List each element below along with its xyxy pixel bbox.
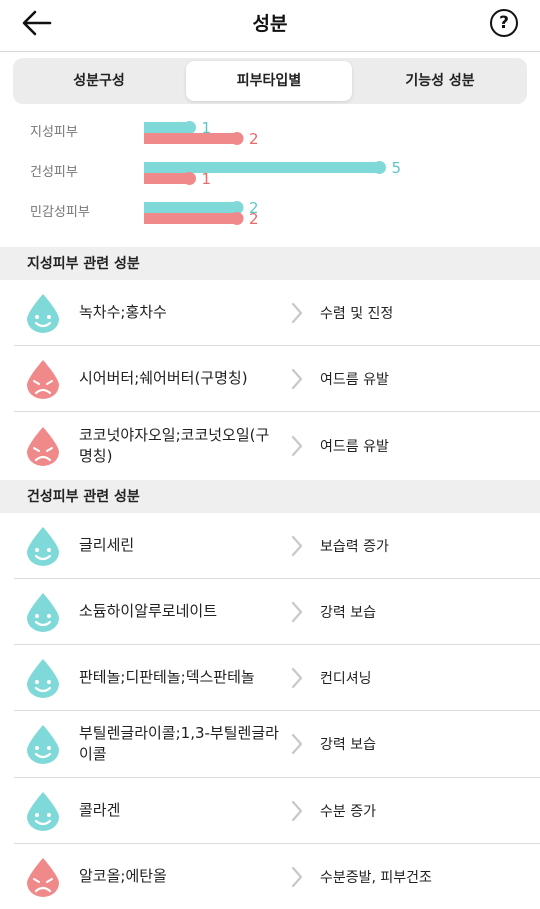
chevron-right-icon (290, 800, 304, 822)
happy-drop-icon (24, 723, 62, 765)
section-header: 지성피부 관련 성분 (0, 247, 540, 280)
ingredient-effect: 강력 보습 (320, 737, 376, 753)
ingredient-row[interactable]: 판테놀;디판테놀;덱스판테놀 컨디셔닝 (0, 645, 540, 710)
chart-value-label: 2 (249, 130, 259, 148)
happy-drop-icon (24, 525, 62, 567)
segmented-tabs: 성분구성 피부타입별 기능성 성분 (13, 58, 527, 104)
ingredient-name: 부틸렌글라이콜;1,3-부틸렌글라이콜 (79, 724, 279, 763)
chevron-right-icon (290, 733, 304, 755)
chart-bar-cap (183, 172, 196, 185)
help-icon[interactable]: ? (490, 9, 518, 37)
tab-functional-ingredients[interactable]: 기능성 성분 (353, 58, 527, 104)
ingredient-row[interactable]: 부틸렌글라이콜;1,3-부틸렌글라이콜 강력 보습 (0, 711, 540, 777)
skin-type-chart: 지성피부 1 2 건성피부 5 1 민감성피부 2 2 (0, 108, 540, 238)
chart-category-label: 건성피부 (30, 165, 78, 180)
happy-drop-icon (24, 292, 62, 334)
chart-category-label: 지성피부 (30, 125, 78, 140)
ingredient-effect: 수분증발, 피부건조 (320, 869, 432, 886)
chart-category-label: 민감성피부 (30, 205, 90, 220)
ingredient-row[interactable]: 콜라겐 수분 증가 (0, 778, 540, 843)
chart-value-label: 1 (202, 170, 212, 188)
ingredient-row[interactable]: 알코올;에탄올 수분증발, 피부건조 (0, 844, 540, 909)
ingredient-name: 녹차수;홍차수 (79, 302, 167, 321)
skin-type-bar-chart: 지성피부 12건성피부 51민감성피부 22 (30, 119, 402, 228)
ingredient-effect: 수분 증가 (320, 803, 376, 820)
section-header: 건성피부 관련 성분 (0, 480, 540, 513)
chevron-right-icon (290, 368, 304, 390)
ingredient-row[interactable]: 코코넛야자오일;코코넛오일(구명칭) 여드름 유발 (0, 412, 540, 480)
chart-bar-cap (183, 121, 196, 134)
happy-drop-icon (24, 790, 62, 832)
ingredient-name: 소듐하이알루로네이트 (79, 601, 218, 620)
ingredient-row[interactable]: 녹차수;홍차수 수렴 및 진정 (0, 280, 540, 345)
chart-bar-cap (230, 212, 244, 225)
chart-bar-bad (144, 133, 239, 144)
ingredient-name: 코코넛야자오일;코코넛오일(구명칭) (79, 426, 270, 465)
chart-value-label: 2 (249, 210, 259, 228)
chart-bar-bad (144, 213, 239, 224)
page-title: 성분 (252, 13, 288, 35)
chart-bar-cap (230, 132, 244, 145)
ingredient-effect: 보습력 증가 (320, 538, 389, 555)
ingredient-effect: 컨디셔닝 (320, 670, 372, 687)
ingredient-name: 알코올;에탄올 (79, 866, 167, 885)
chevron-right-icon (290, 866, 304, 888)
chevron-right-icon (290, 667, 304, 689)
app-header: 성분 ? (0, 0, 540, 46)
tab-by-skin-type[interactable]: 피부타입별 (186, 61, 352, 101)
happy-drop-icon (24, 591, 62, 633)
ingredient-row[interactable]: 시어버터;쉐어버터(구명칭) 여드름 유발 (0, 346, 540, 411)
tab-ingredient-composition[interactable]: 성분구성 (13, 58, 185, 104)
ingredient-effect: 강력 보습 (320, 604, 376, 621)
ingredient-row[interactable]: 글리세린 보습력 증가 (0, 513, 540, 578)
ingredient-name: 콜라겐 (79, 800, 121, 819)
chevron-right-icon (290, 601, 304, 623)
ingredient-effect: 수렴 및 진정 (320, 305, 394, 322)
ingredient-row[interactable]: 소듐하이알루로네이트 강력 보습 (0, 579, 540, 644)
chart-bar-cap (373, 161, 386, 174)
chevron-right-icon (290, 302, 304, 324)
ingredient-name: 시어버터;쉐어버터(구명칭) (79, 368, 248, 387)
header-divider (0, 51, 540, 52)
ingredient-name: 판테놀;디판테놀;덱스판테놀 (79, 667, 255, 686)
sad-drop-icon (24, 856, 62, 898)
sad-drop-icon (24, 358, 62, 400)
ingredient-effect: 여드름 유발 (320, 371, 389, 388)
chevron-right-icon (290, 435, 304, 457)
happy-drop-icon (24, 657, 62, 699)
ingredient-effect: 여드름 유발 (320, 439, 389, 455)
chart-bar-good (144, 162, 382, 173)
chart-value-label: 5 (392, 159, 402, 177)
sad-drop-icon (24, 425, 62, 467)
ingredient-name: 글리세린 (79, 535, 135, 554)
chevron-right-icon (290, 535, 304, 557)
chart-bar-good (144, 202, 239, 213)
